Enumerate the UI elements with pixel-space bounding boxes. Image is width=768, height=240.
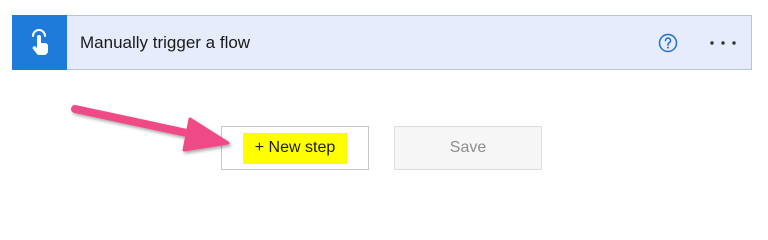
new-step-label: + New step bbox=[242, 132, 348, 164]
trigger-icon-container bbox=[12, 14, 67, 70]
trigger-card[interactable]: Manually trigger a flow bbox=[12, 14, 752, 70]
touch-hand-icon bbox=[31, 29, 48, 55]
help-circle-icon[interactable] bbox=[658, 33, 678, 53]
flow-designer-canvas: Manually trigger a flow + New step Save bbox=[0, 0, 768, 218]
new-step-button[interactable]: + New step bbox=[221, 126, 369, 170]
save-button[interactable]: Save bbox=[394, 126, 542, 170]
arrow-shaft bbox=[71, 105, 200, 139]
more-ellipsis-icon[interactable] bbox=[708, 33, 738, 53]
trigger-title: Manually trigger a flow bbox=[80, 32, 251, 52]
